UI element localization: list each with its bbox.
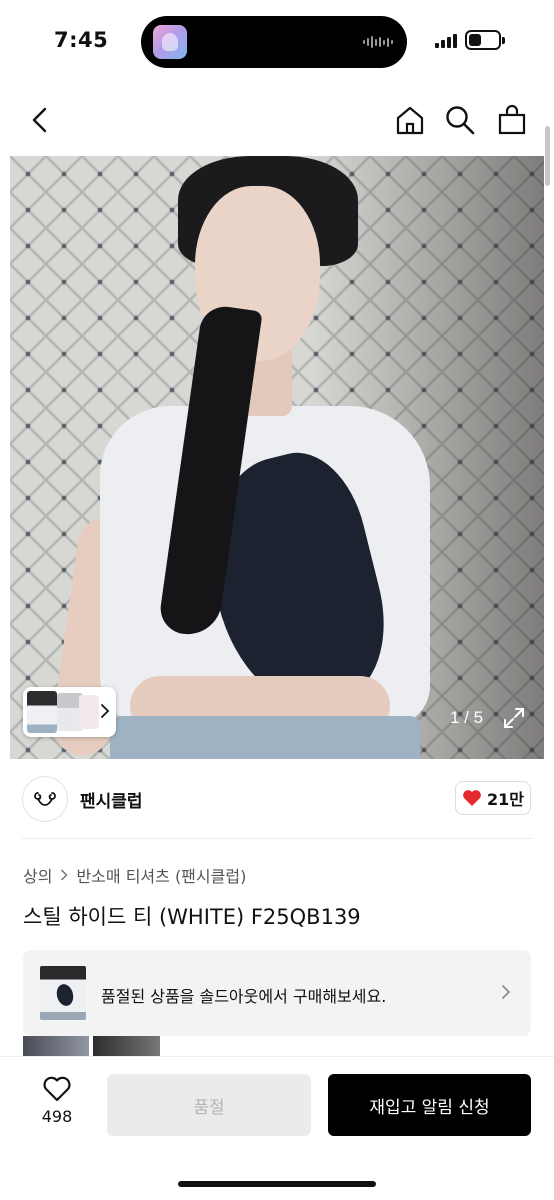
image-jeans — [110, 716, 420, 759]
detail-image-peek — [23, 1036, 89, 1056]
like-button[interactable]: 21만 — [455, 781, 531, 815]
brand-logo[interactable] — [22, 776, 68, 822]
chevron-right-icon — [101, 704, 110, 718]
back-chevron-icon — [32, 107, 47, 133]
shopping-bag-icon — [498, 104, 526, 135]
image-pager: 1 / 5 — [450, 708, 484, 727]
waveform-icon — [363, 35, 393, 49]
chevron-right-icon — [61, 869, 69, 881]
breadcrumb: 상의 반소매 티셔츠 (팬시클럽) — [23, 863, 246, 887]
thumbnail-image — [27, 691, 57, 733]
battery-icon — [465, 30, 505, 50]
restock-alert-button[interactable]: 재입고 알림 신청 — [328, 1074, 531, 1136]
back-button[interactable] — [22, 102, 58, 138]
thumbnail-strip[interactable] — [23, 687, 116, 737]
status-bar: 7:45 — [0, 0, 554, 82]
wishlist-count: 498 — [41, 1107, 73, 1126]
status-time: 7:45 — [54, 28, 109, 52]
scrollbar[interactable] — [545, 126, 550, 186]
dynamic-island[interactable] — [141, 16, 407, 68]
bottom-action-bar: 498 품절 재입고 알림 신청 — [0, 1056, 554, 1200]
breadcrumb-subcategory[interactable]: 반소매 티셔츠 (팬시클럽) — [76, 863, 246, 887]
expand-icon — [504, 708, 524, 728]
like-count: 21만 — [487, 790, 524, 809]
fancy-club-logo-icon — [34, 792, 56, 806]
banner-thumbnail — [40, 966, 86, 1020]
home-icon — [396, 106, 424, 135]
banner-text: 품절된 상품을 솔드아웃에서 구매해보세요. — [101, 987, 387, 1006]
top-nav — [0, 96, 554, 146]
home-button[interactable] — [392, 102, 428, 138]
heart-filled-icon — [463, 790, 481, 806]
product-title: 스틸 하이드 티 (WHITE) F25QB139 — [23, 905, 361, 929]
wishlist-button[interactable]: 498 — [34, 1075, 80, 1135]
cellular-signal-icon — [435, 33, 457, 48]
brand-name[interactable]: 팬시클럽 — [80, 787, 143, 812]
divider — [22, 838, 532, 839]
soldout-button: 품절 — [107, 1074, 311, 1136]
now-playing-icon[interactable] — [153, 25, 187, 59]
search-icon — [446, 106, 475, 135]
product-image[interactable] — [10, 156, 544, 759]
cart-button[interactable] — [494, 102, 530, 138]
heart-outline-icon — [43, 1076, 71, 1102]
detail-image-peek — [93, 1036, 160, 1056]
home-indicator[interactable] — [178, 1181, 376, 1187]
search-button[interactable] — [442, 102, 478, 138]
chevron-right-icon — [502, 985, 511, 999]
breadcrumb-category[interactable]: 상의 — [23, 863, 52, 887]
expand-button[interactable] — [502, 706, 526, 730]
soldout-banner[interactable]: 품절된 상품을 솔드아웃에서 구매해보세요. — [23, 950, 531, 1036]
thumbnail-image — [79, 695, 99, 729]
